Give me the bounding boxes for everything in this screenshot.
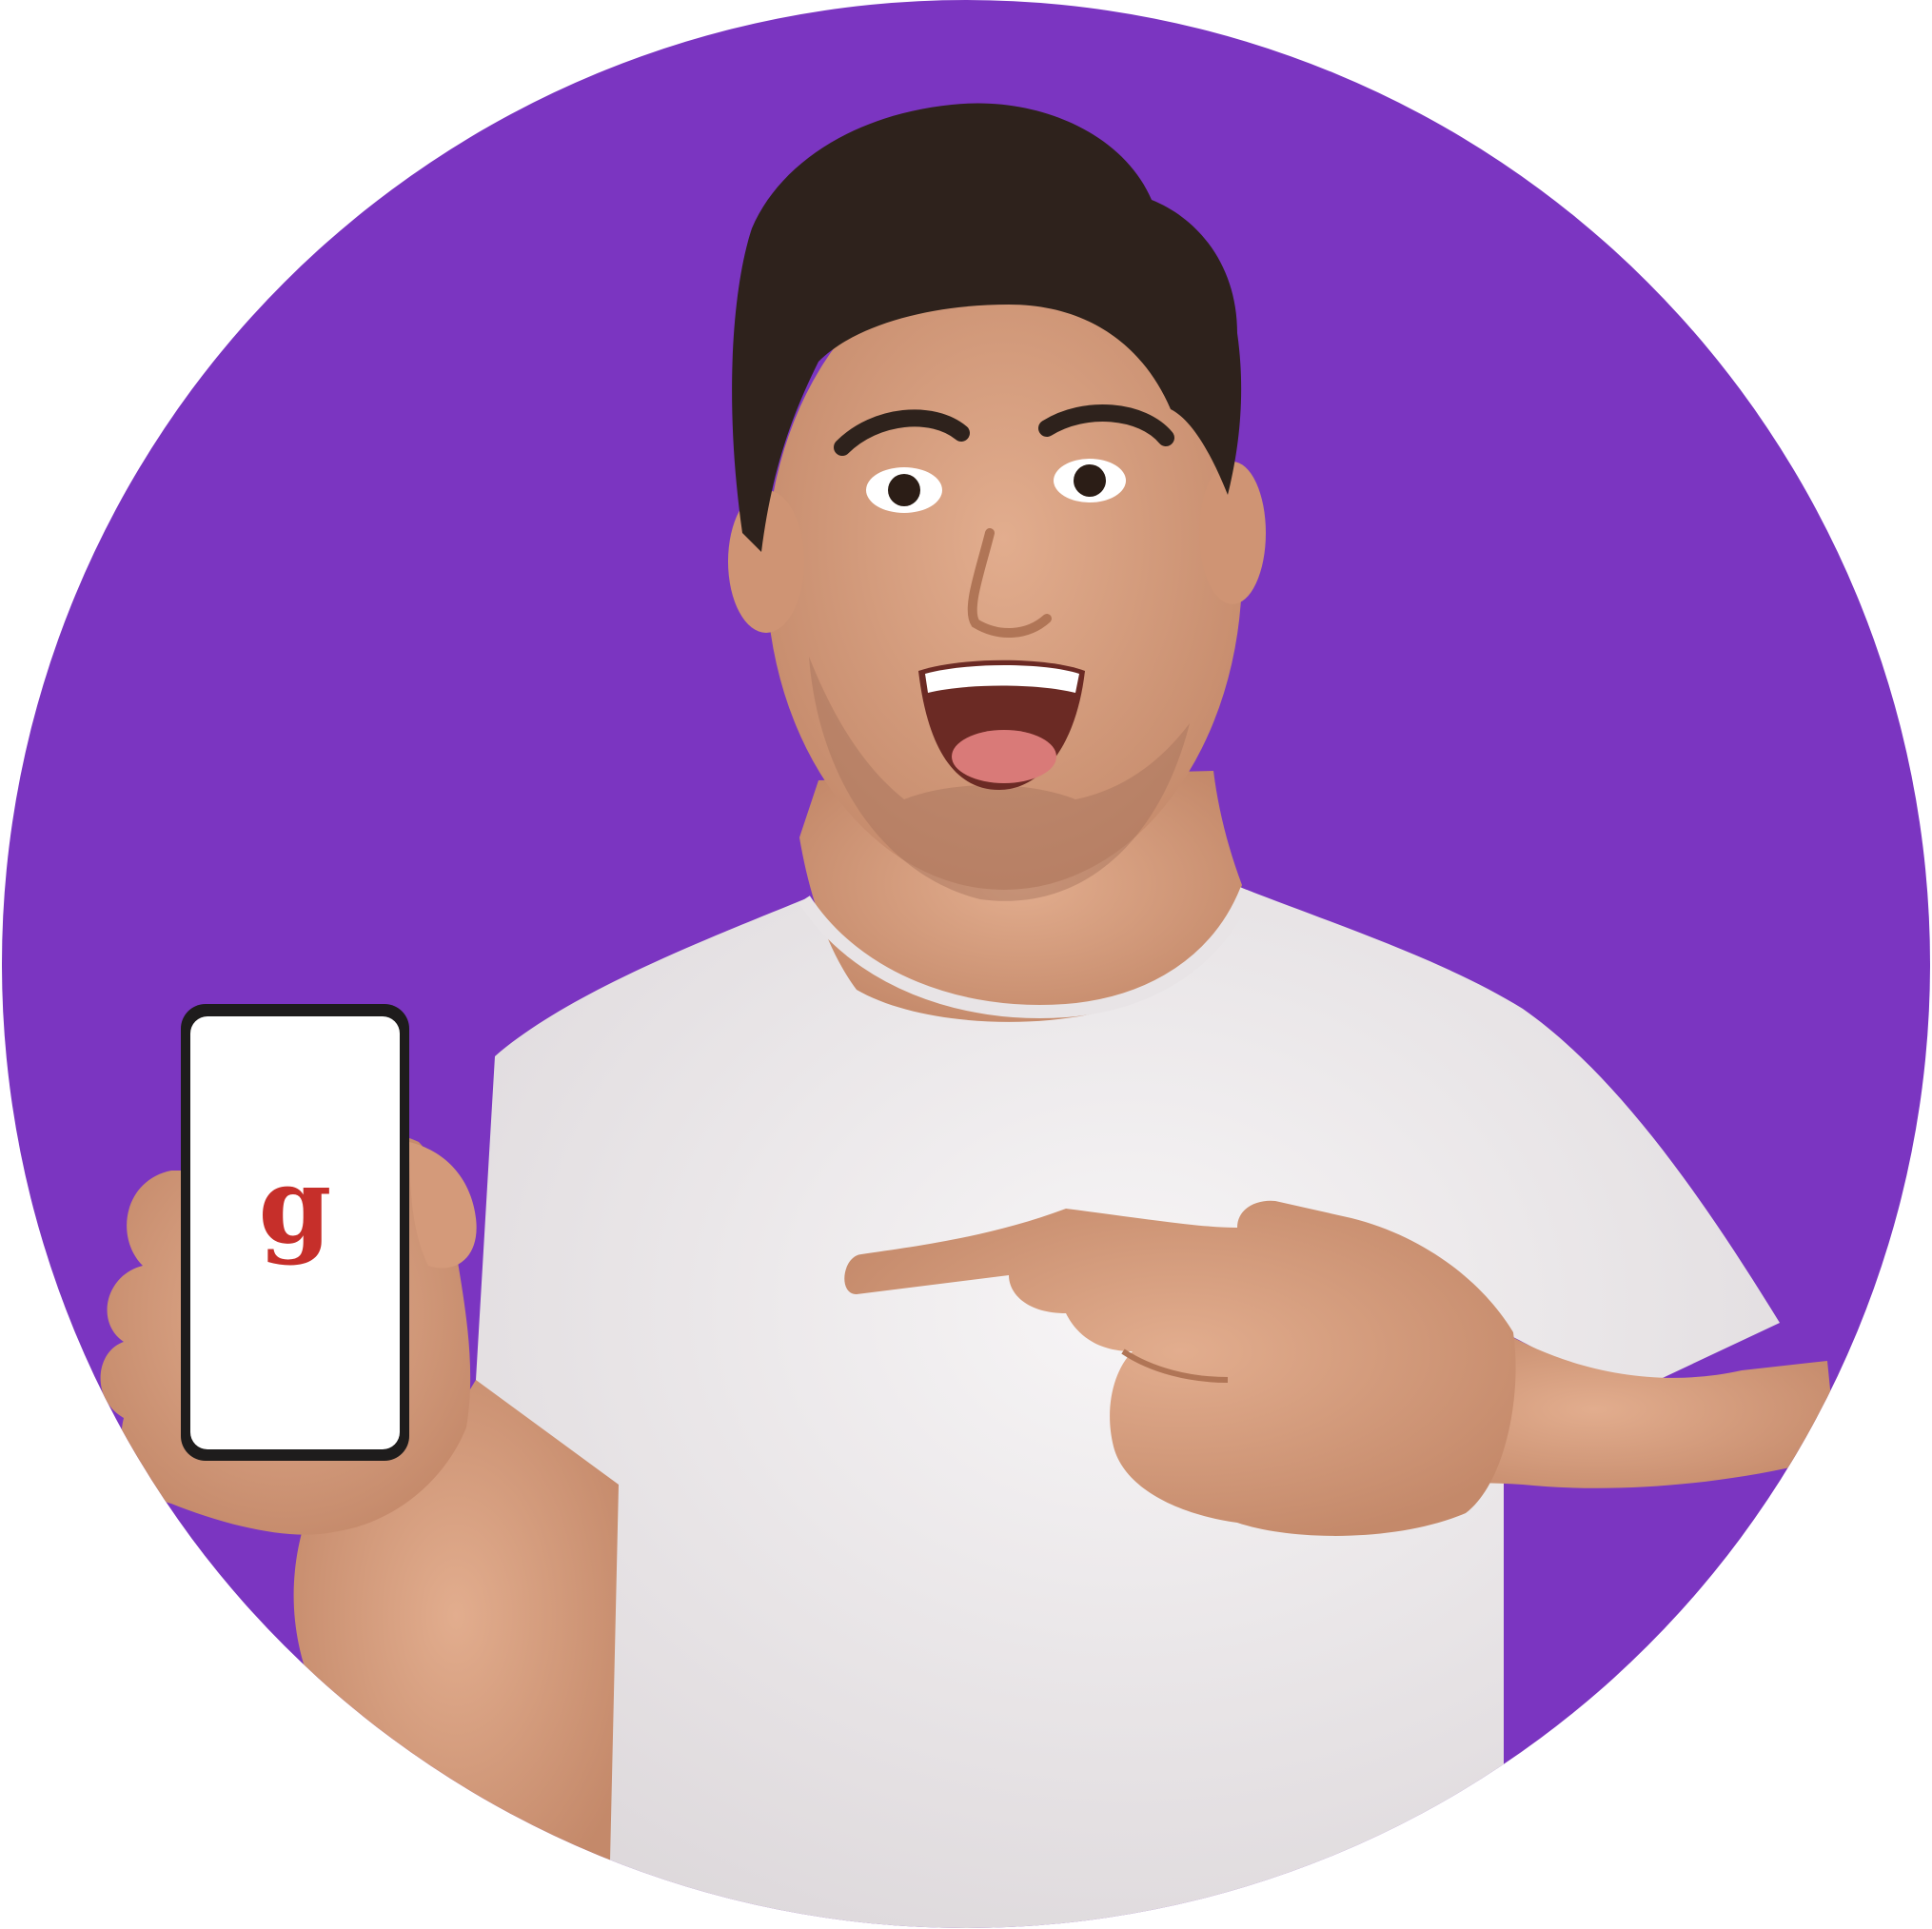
app-logo-g-icon: g <box>259 1144 332 1267</box>
left-pupil <box>888 474 920 506</box>
tongue <box>952 730 1056 783</box>
smartphone: g <box>181 1004 409 1461</box>
right-ear <box>1199 462 1266 604</box>
avatar-portrait: g <box>2 0 1930 1928</box>
avatar-photo-stage: g <box>0 0 1932 1929</box>
right-pupil <box>1074 464 1106 497</box>
